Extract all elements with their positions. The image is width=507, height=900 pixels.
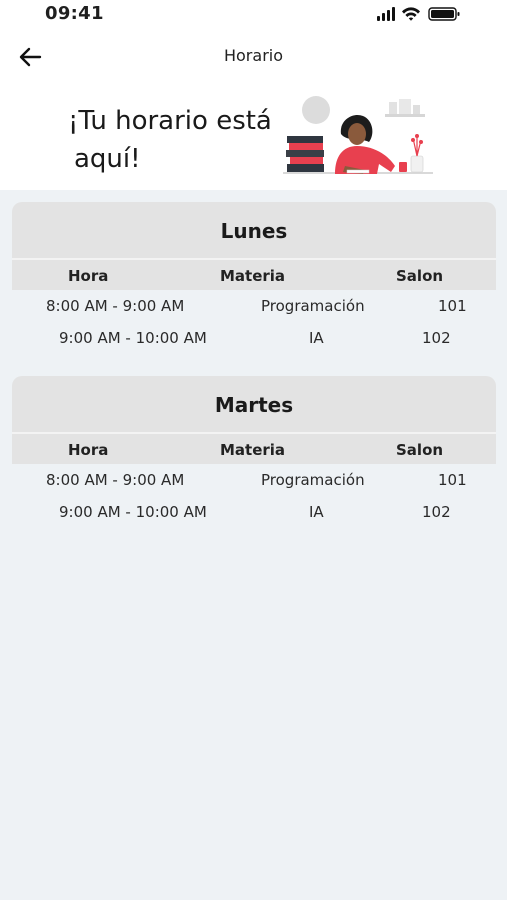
day-card-martes: Martes Hora Materia Salon 8:00 AM - 9:00…: [12, 376, 496, 528]
status-time: 09:41: [45, 3, 104, 24]
hero-line-2: aquí!: [74, 144, 141, 174]
table-row: 9:00 AM - 10:00 AM IA 102: [12, 496, 496, 528]
cell-hora: 8:00 AM - 9:00 AM: [46, 297, 185, 315]
cell-salon: 102: [422, 329, 451, 347]
cell-materia: Programación: [261, 297, 365, 315]
header-area: 09:41 Horario ¡Tu horario está aquí!: [0, 0, 507, 190]
cell-salon: 101: [438, 297, 467, 315]
cell-salon: 102: [422, 503, 451, 521]
table-row: 9:00 AM - 10:00 AM IA 102: [12, 322, 496, 354]
hero-line-1: ¡Tu horario está: [68, 106, 272, 136]
column-materia: Materia: [220, 267, 286, 285]
column-header-row: Hora Materia Salon: [12, 432, 496, 464]
signal-icon: [377, 7, 395, 21]
wifi-icon: [402, 7, 420, 21]
column-hora: Hora: [68, 441, 109, 459]
column-salon: Salon: [396, 267, 444, 285]
cell-hora: 8:00 AM - 9:00 AM: [46, 471, 185, 489]
column-header-row: Hora Materia Salon: [12, 258, 496, 290]
student-illustration: [283, 96, 433, 174]
cell-hora: 9:00 AM - 10:00 AM: [59, 503, 207, 521]
column-salon: Salon: [396, 441, 444, 459]
nav-bar: Horario: [0, 36, 507, 76]
day-title: Martes: [12, 376, 496, 432]
status-bar: 09:41: [0, 0, 507, 28]
battery-icon: [428, 7, 460, 21]
cell-materia: IA: [309, 503, 324, 521]
page-title: Horario: [223, 46, 283, 65]
table-row: 8:00 AM - 9:00 AM Programación 101: [12, 464, 496, 496]
hero-heading: ¡Tu horario está aquí!: [68, 102, 288, 178]
cell-hora: 9:00 AM - 10:00 AM: [59, 329, 207, 347]
status-icons: [377, 6, 463, 22]
table-row: 8:00 AM - 9:00 AM Programación 101: [12, 290, 496, 322]
day-title: Lunes: [12, 202, 496, 258]
cell-materia: IA: [309, 329, 324, 347]
day-card-lunes: Lunes Hora Materia Salon 8:00 AM - 9:00 …: [12, 202, 496, 354]
cell-materia: Programación: [261, 471, 365, 489]
column-hora: Hora: [68, 267, 109, 285]
cell-salon: 101: [438, 471, 467, 489]
column-materia: Materia: [220, 441, 286, 459]
